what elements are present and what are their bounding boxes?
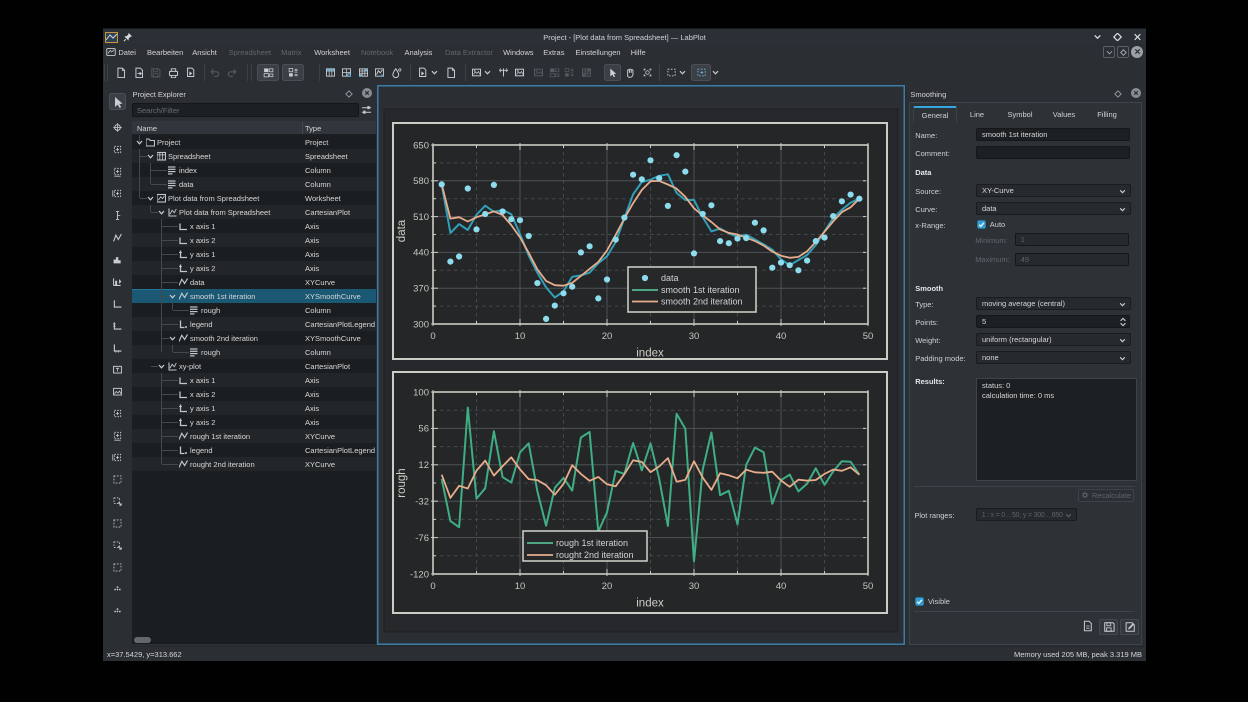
- svg-text:40: 40: [776, 581, 787, 592]
- svg-text:index: index: [636, 598, 664, 610]
- svg-text:20: 20: [602, 581, 613, 592]
- svg-text:650: 650: [413, 140, 429, 151]
- svg-text:30: 30: [689, 331, 700, 342]
- svg-text:30: 30: [689, 581, 700, 592]
- svg-text:rough 1st iteration: rough 1st iteration: [556, 538, 628, 548]
- svg-text:370: 370: [413, 284, 429, 295]
- svg-text:40: 40: [776, 331, 787, 342]
- svg-text:-120: -120: [410, 569, 429, 580]
- svg-text:data: data: [396, 219, 408, 242]
- svg-text:data: data: [661, 273, 679, 283]
- svg-text:index: index: [636, 348, 664, 360]
- svg-text:50: 50: [863, 331, 874, 342]
- svg-text:440: 440: [413, 248, 429, 259]
- svg-text:10: 10: [515, 581, 526, 592]
- svg-text:-32: -32: [415, 497, 429, 508]
- svg-text:56: 56: [418, 424, 429, 435]
- svg-text:100: 100: [413, 387, 429, 398]
- svg-text:rough: rough: [396, 468, 408, 497]
- svg-text:0: 0: [430, 581, 435, 592]
- svg-text:20: 20: [602, 331, 613, 342]
- svg-text:50: 50: [863, 581, 874, 592]
- svg-text:0: 0: [430, 331, 435, 342]
- svg-text:12: 12: [418, 460, 429, 471]
- svg-text:510: 510: [413, 212, 429, 223]
- svg-text:smooth 2nd iteration: smooth 2nd iteration: [661, 297, 743, 307]
- svg-text:smooth 1st iteration: smooth 1st iteration: [661, 285, 740, 295]
- svg-text:10: 10: [515, 331, 526, 342]
- svg-text:580: 580: [413, 176, 429, 187]
- svg-text:300: 300: [413, 319, 429, 330]
- svg-text:-76: -76: [415, 533, 429, 544]
- svg-text:rought 2nd iteration: rought 2nd iteration: [556, 550, 634, 560]
